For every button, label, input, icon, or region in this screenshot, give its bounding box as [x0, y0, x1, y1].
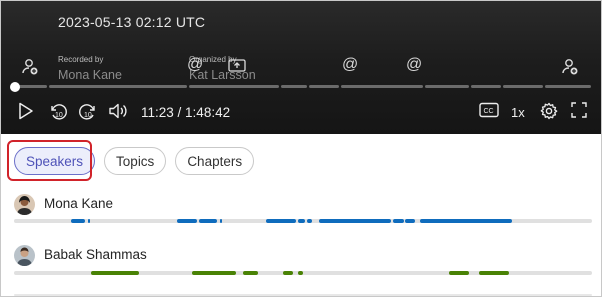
- speaker-segment[interactable]: [87, 219, 90, 223]
- speaker-segment[interactable]: [91, 271, 139, 275]
- time-separator: /: [173, 105, 186, 120]
- speaker-timeline[interactable]: [14, 271, 592, 275]
- video-player: 2023-05-13 02:12 UTC Recorded by Mona Ka…: [1, 1, 601, 134]
- speaker-segment[interactable]: [219, 219, 222, 223]
- rewind-10-icon: 10: [51, 104, 67, 120]
- at-icon[interactable]: @: [406, 57, 422, 73]
- speaker-segment[interactable]: [318, 219, 391, 223]
- speaker-segment[interactable]: [307, 219, 313, 223]
- recorded-by-label: Recorded by: [58, 55, 104, 64]
- speaker-segment[interactable]: [283, 271, 293, 275]
- svg-text:CC: CC: [484, 108, 494, 115]
- speaker-segment[interactable]: [198, 219, 218, 223]
- speaker-segment[interactable]: [479, 271, 510, 275]
- duration: 1:48:42: [185, 105, 231, 120]
- svg-text:10: 10: [55, 112, 63, 119]
- app-frame: 2023-05-13 02:12 UTC Recorded by Mona Ka…: [0, 0, 602, 297]
- avatar: [14, 194, 35, 215]
- recording-timestamp: 2023-05-13 02:12 UTC: [58, 14, 206, 30]
- recorded-by-name: Mona Kane: [58, 68, 122, 82]
- speaker-segment[interactable]: [192, 271, 236, 275]
- forward-10-icon: 10: [79, 104, 95, 120]
- speaker-name: Babak Shammas: [44, 247, 147, 262]
- captions-button[interactable]: CC: [479, 102, 499, 118]
- fullscreen-icon: [571, 102, 587, 118]
- speaker-segment[interactable]: [70, 219, 86, 223]
- gear-icon: [540, 102, 558, 120]
- speaker-segment[interactable]: [449, 271, 469, 275]
- time-readout: 11:23 / 1:48:42: [141, 105, 230, 120]
- rewind-10-button[interactable]: 10: [48, 102, 68, 122]
- playback-speed-button[interactable]: 1x: [511, 105, 525, 120]
- speaker-segment[interactable]: [242, 271, 258, 275]
- speaker-segment[interactable]: [405, 219, 416, 223]
- speaker-segment[interactable]: [420, 219, 513, 223]
- speaker-segment[interactable]: [298, 219, 305, 223]
- speaker-segment[interactable]: [176, 219, 197, 223]
- speaker-timeline-partial: [14, 294, 592, 296]
- volume-button[interactable]: [108, 102, 128, 120]
- person-add-icon[interactable]: [21, 58, 39, 76]
- progress-knob[interactable]: [10, 82, 20, 92]
- volume-icon: [109, 103, 127, 119]
- speaker-segment[interactable]: [266, 219, 297, 223]
- svg-text:10: 10: [84, 112, 92, 119]
- recorded-by: Recorded by Mona Kane: [58, 55, 122, 82]
- current-time: 11:23: [141, 105, 174, 120]
- fullscreen-button[interactable]: [571, 102, 587, 118]
- progress-track[interactable]: [13, 85, 591, 88]
- forward-10-button[interactable]: 10: [78, 102, 98, 122]
- person-add-icon[interactable]: [561, 58, 579, 76]
- settings-button[interactable]: [540, 102, 558, 120]
- speaker-timeline[interactable]: [14, 219, 592, 223]
- highlight-box: [7, 140, 92, 181]
- at-icon[interactable]: @: [342, 57, 358, 73]
- speaker-segment[interactable]: [392, 219, 404, 223]
- at-icon[interactable]: @: [187, 57, 203, 73]
- tab-topics[interactable]: Topics: [104, 147, 167, 175]
- speaker-segment[interactable]: [298, 271, 303, 275]
- play-icon: [19, 102, 33, 120]
- play-button[interactable]: [18, 102, 34, 120]
- speaker-name: Mona Kane: [44, 196, 114, 211]
- share-screen-icon[interactable]: [228, 58, 246, 74]
- tab-chapters[interactable]: Chapters: [175, 147, 255, 175]
- avatar: [14, 245, 35, 266]
- captions-icon: CC: [479, 102, 499, 118]
